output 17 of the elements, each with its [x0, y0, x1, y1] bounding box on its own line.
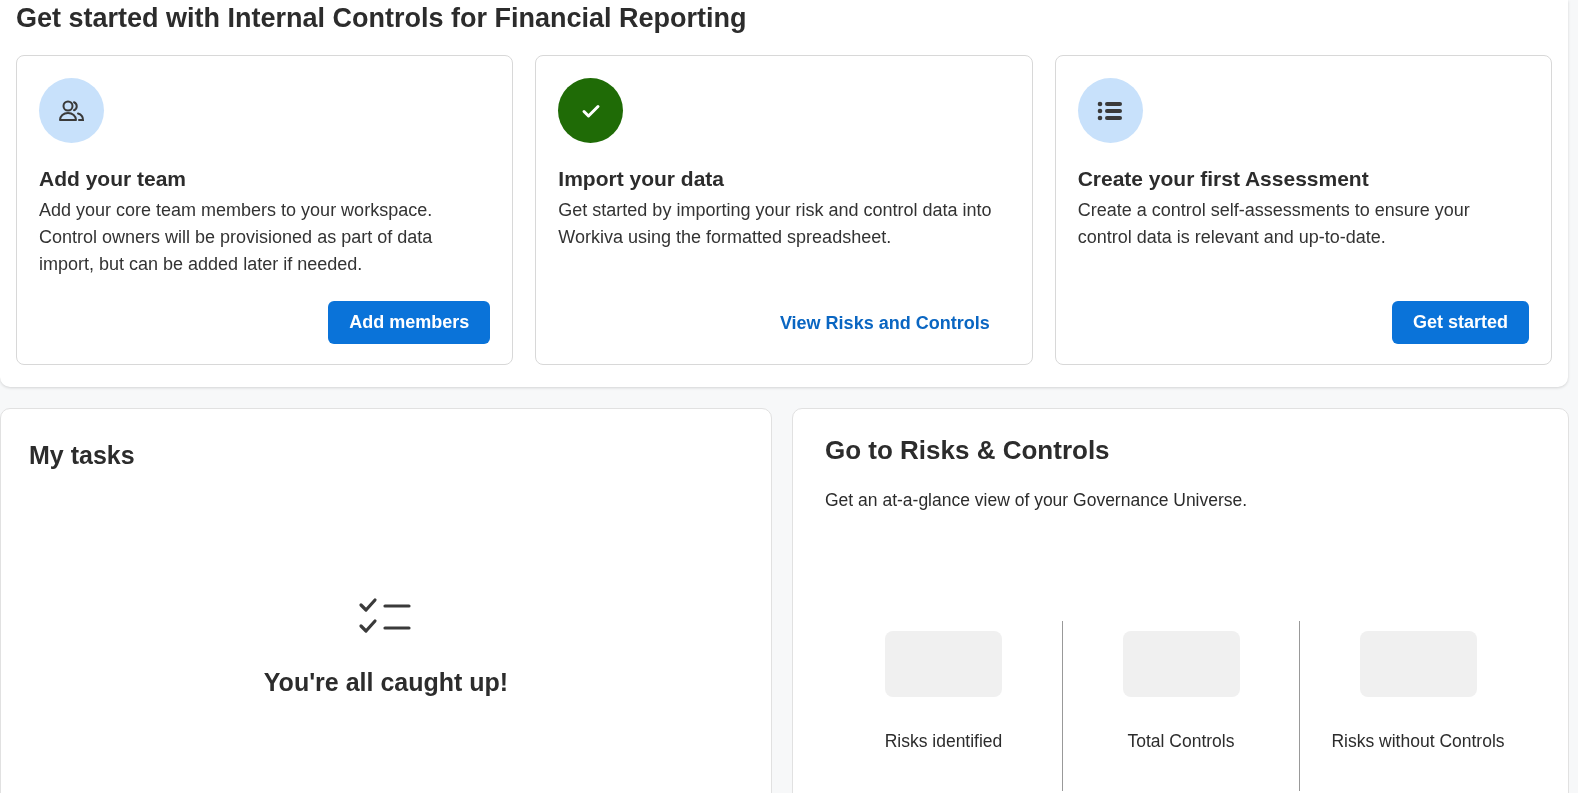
metric-label: Risks identified — [884, 731, 1003, 752]
action-button[interactable]: Add members — [328, 301, 491, 344]
section-title: Get started with Internal Controls for Financial Reporting — [16, 2, 748, 35]
empty-message: You're all caught up! — [263, 668, 509, 697]
panel-title: My tasks — [29, 441, 136, 470]
action-link[interactable]: View Risks and Controls — [759, 303, 1010, 344]
panel-title: Go to Risks & Controls — [825, 435, 1111, 466]
card-description: Create a control self-assessments to ensure your control data is relevant and up-to-date. — [1077, 199, 1471, 249]
panel-subtitle: Get an at-a-glance view of your Governance Universe. — [825, 490, 1249, 511]
metric-label: Total Controls — [1127, 731, 1235, 752]
card-heading: Create your first Assessment — [1077, 167, 1370, 191]
card-heading: Add your team — [39, 167, 188, 191]
action-button[interactable]: Get started — [1391, 301, 1529, 344]
metric-label: Risks without Controls — [1331, 731, 1505, 752]
card-description: Get started by importing your risk and control data into Workiva using the formatted spreadsheet. — [558, 199, 993, 249]
card-description: Add your core team members to your workspace. Control owners will be provisioned as part of data import, but can be added later if needed. — [39, 199, 434, 276]
card-heading: Import your data — [558, 167, 725, 191]
